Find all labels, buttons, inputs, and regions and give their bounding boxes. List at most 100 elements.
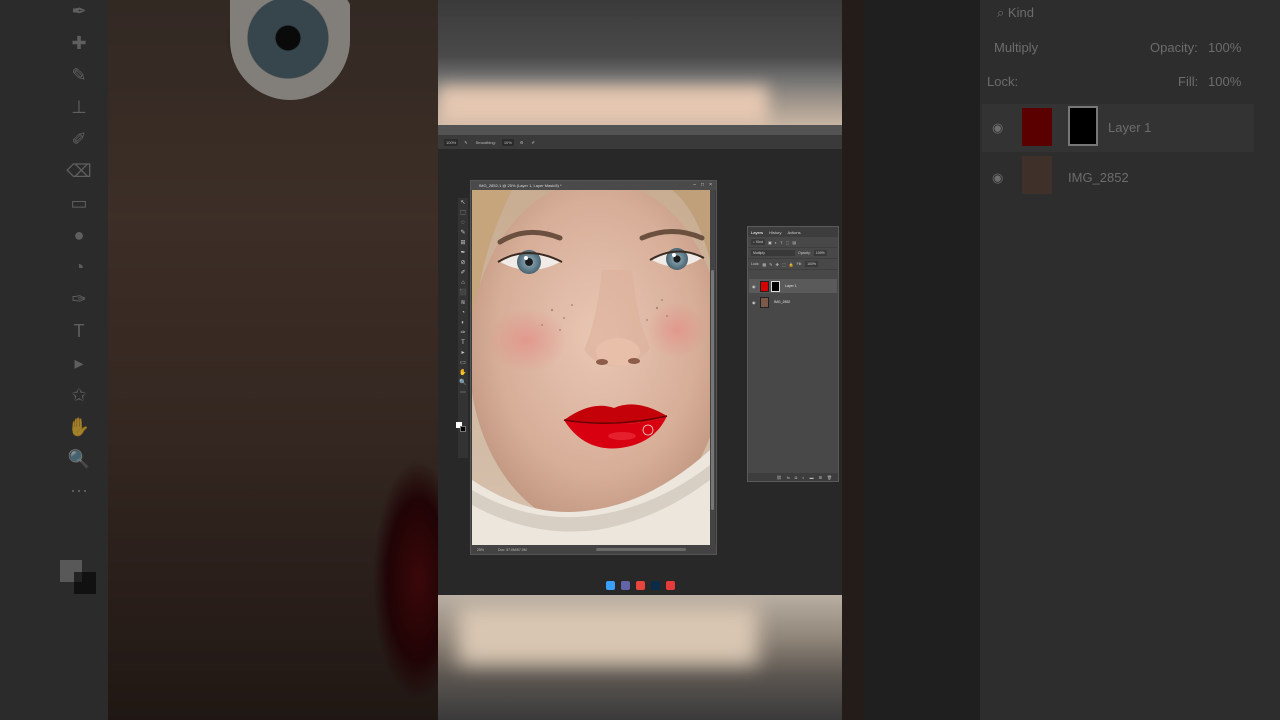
background-top (438, 0, 842, 125)
background-kind: ⌕ Kind (997, 5, 1034, 20)
visibility-eye-icon[interactable]: ◉ (752, 284, 758, 289)
type-filter-icon[interactable]: T (780, 240, 782, 245)
lock-move-icon[interactable]: ✥ (776, 262, 779, 267)
layers-footer: ⛓ fx ◘ ◐ ▬ ⊞ 🗑 (748, 473, 838, 481)
layer-color-thumb (760, 280, 769, 292)
tool-19-icon[interactable]: ⋯ (458, 388, 468, 398)
tool-2-icon[interactable]: ◌ (458, 218, 468, 228)
tool-1-icon[interactable]: ⬚ (458, 208, 468, 218)
tool-17-icon[interactable]: ✋ (458, 368, 468, 378)
opacity-label: Opacity: (798, 251, 811, 255)
lock-paint-icon[interactable]: ✎ (769, 262, 772, 267)
visibility-eye-icon[interactable]: ◉ (752, 300, 758, 305)
tab-actions[interactable]: Actions (787, 230, 800, 235)
tool-13-icon[interactable]: ✑ (458, 328, 468, 338)
layer-row-layer-1[interactable]: ◉ Layer 1 (749, 279, 837, 293)
kind-filter[interactable]: ⌕ Kind (751, 239, 765, 245)
tool-4-icon[interactable]: ⊞ (458, 238, 468, 248)
image-canvas[interactable] (472, 190, 710, 546)
smoothing-field[interactable]: 10% (501, 138, 514, 146)
tool-6-icon[interactable]: ⊘ (458, 258, 468, 268)
dodge-icon: ◔ (73, 257, 85, 277)
tool-3-icon[interactable]: ✎ (458, 228, 468, 238)
brush-icon: ✎ (71, 65, 87, 85)
mask-icon[interactable]: ◘ (795, 475, 797, 480)
lock-artboard-icon[interactable]: ⬚ (782, 262, 786, 267)
tab-history[interactable]: History (769, 230, 781, 235)
document-tab[interactable]: IMG_2852-1 @ 25% (Layer 1, Layer Mask/8)… (471, 181, 716, 190)
minimize-button[interactable]: – (693, 181, 696, 190)
fill-field[interactable]: 100% (805, 261, 819, 267)
zoom-level[interactable]: 25% (477, 548, 484, 552)
close-button[interactable]: × (709, 181, 712, 190)
tool-15-icon[interactable]: ▸ (458, 348, 468, 358)
background-blend-mode: Multiply (994, 40, 1039, 55)
tool-10-icon[interactable]: ≋ (458, 298, 468, 308)
eraser-icon: ⌫ (66, 161, 92, 181)
brush-size-field[interactable]: 100% (444, 138, 459, 146)
tools-panel: ↖ ⬚ ◌ ✎ ⊞ ✒ ⊘ ✐ ⌂ ⬛ ≋ ◔ ◐ ✑ T ▸ ▭ ✋ 🔍 ⋯ (458, 198, 468, 458)
taskbar-windows-start-icon[interactable] (605, 580, 615, 590)
tool-0-icon[interactable]: ↖ (458, 198, 468, 208)
blend-mode-select[interactable]: Multiply (751, 250, 795, 256)
tool-5-icon[interactable]: ✒ (458, 248, 468, 258)
tool-14-icon[interactable]: T (458, 338, 468, 348)
background-face (108, 0, 438, 720)
doc-size: Doc: 57.0M/57.0M (498, 547, 527, 552)
history-brush-icon: ✐ (71, 129, 87, 149)
tool-18-icon[interactable]: 🔍 (458, 378, 468, 388)
gradient-icon: ▭ (70, 193, 88, 213)
document-status-bar: 25% Doc: 57.0M/57.0M (471, 545, 716, 554)
fill-label: Fill: (796, 262, 803, 266)
background-opacity-label: Opacity: (1150, 40, 1198, 55)
tool-11-icon[interactable]: ◔ (458, 308, 468, 318)
maximize-button[interactable]: □ (701, 181, 704, 190)
tool-7-icon[interactable]: ✐ (458, 268, 468, 278)
tool-8-icon[interactable]: ⌂ (458, 278, 468, 288)
fx-icon[interactable]: fx (787, 475, 790, 480)
horizontal-scrollbar[interactable] (596, 548, 686, 551)
background-fill-value: 100% (1208, 74, 1242, 89)
background-layer-thumb-mask (1068, 106, 1098, 146)
panel-tabs: Layers History Actions (748, 227, 838, 237)
background-bottom (438, 595, 842, 720)
taskbar-app-red-icon[interactable] (665, 580, 675, 590)
layer-row-img-2852[interactable]: ◉ IMG_2852 (749, 295, 837, 309)
stamp-icon: ⊥ (71, 97, 87, 117)
folder-icon[interactable]: ▬ (810, 475, 814, 480)
opacity-field[interactable]: 100% (813, 250, 827, 256)
taskbar-photoshop-icon[interactable] (650, 580, 660, 590)
layer-name: IMG_2852 (774, 300, 791, 304)
adjustment-icon[interactable]: ◐ (802, 475, 804, 480)
lock-pixels-icon[interactable]: ▦ (762, 262, 766, 267)
layer-mask-thumb[interactable] (771, 280, 780, 292)
screen: ✒ ✚ ✎ ⊥ ✐ ⌫ ▭ ● ◔ ✑ T ▸ ✩ ✋ 🔍 ⋯ ⌕ Kind Multiply Opacity… (0, 0, 1280, 720)
new-layer-icon[interactable]: ⊞ (819, 475, 822, 480)
background-color-swatch[interactable] (460, 426, 466, 432)
document-title: IMG_2852-1 @ 25% (Layer 1, Layer Mask/8)… (479, 183, 562, 188)
vertical-scrollbar[interactable] (710, 190, 715, 546)
taskbar-chrome-icon[interactable] (635, 580, 645, 590)
lock-all-icon[interactable]: 🔒 (789, 262, 794, 267)
background-layer-name-2: IMG_2852 (1068, 170, 1129, 185)
background-layer-name-1: Layer 1 (1108, 120, 1152, 135)
tool-12-icon[interactable]: ◐ (458, 318, 468, 328)
background-right: ⌕ Kind Multiply Opacity: 100% Lock: Fill… (842, 0, 1280, 720)
window-controls: – □ × (693, 181, 712, 190)
trash-icon[interactable]: 🗑 (827, 475, 832, 480)
smart-filter-icon[interactable]: ▤ (792, 240, 796, 245)
more-icon: ⋯ (70, 481, 88, 501)
settings-gear-icon[interactable]: ⚙ (518, 139, 526, 146)
bandage-icon: ✚ (71, 33, 87, 53)
tool-9-icon[interactable]: ⬛ (458, 288, 468, 298)
pressure-icon[interactable]: ✎ (462, 139, 469, 146)
adjustment-filter-icon[interactable]: ◐ (775, 240, 777, 245)
tool-16-icon[interactable]: ▭ (458, 358, 468, 368)
link-icon[interactable]: ⛓ (777, 475, 782, 480)
tab-layers[interactable]: Layers (751, 230, 763, 235)
shape-filter-icon[interactable]: ⬚ (786, 240, 790, 245)
symmetry-icon[interactable]: ✐ (529, 139, 536, 146)
shape-icon: ✩ (71, 385, 87, 405)
taskbar-teams-icon[interactable] (620, 580, 630, 590)
image-filter-icon[interactable]: ▣ (768, 240, 772, 245)
